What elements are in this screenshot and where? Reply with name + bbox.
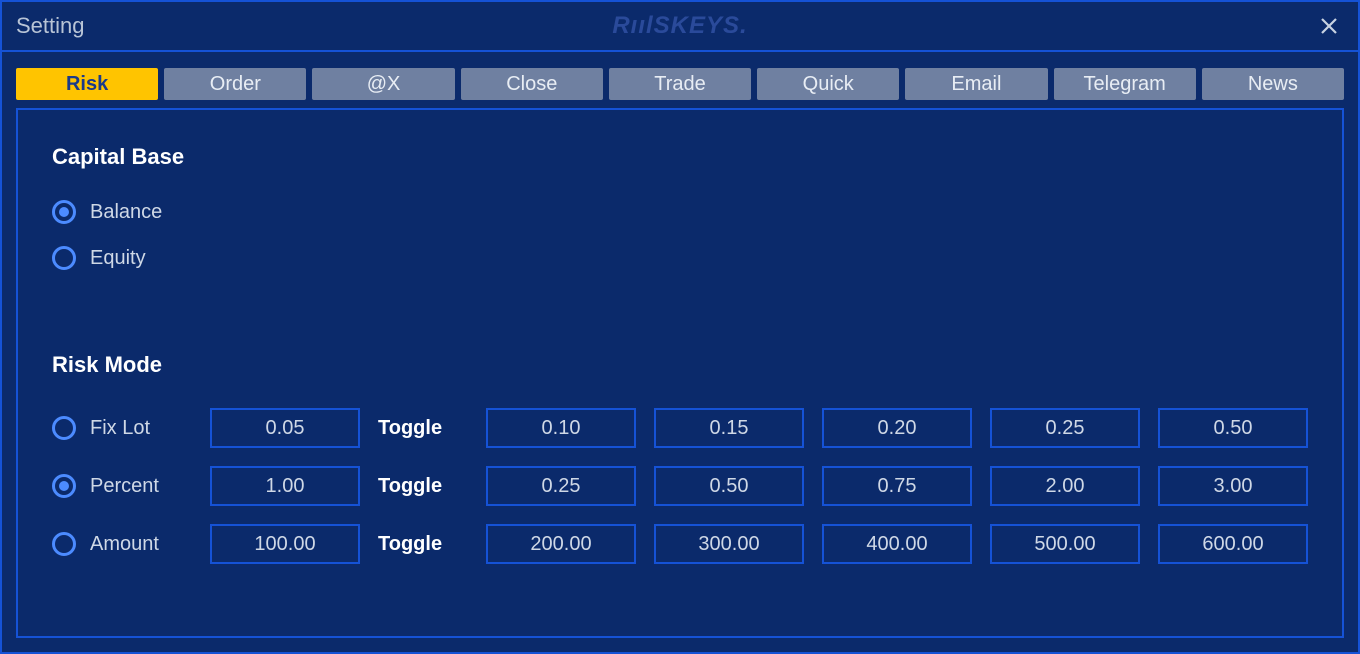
risk-mode-amount-row: Amount Toggle 200.00 300.00 400.00 500.0… <box>52 524 1308 564</box>
window-title: Setting <box>16 13 85 39</box>
fixlot-preset-4[interactable]: 0.25 <box>990 408 1140 448</box>
tab-risk[interactable]: Risk <box>16 68 158 100</box>
fixlot-preset-2[interactable]: 0.15 <box>654 408 804 448</box>
capital-base-balance-radio[interactable] <box>52 200 76 224</box>
amount-preset-4[interactable]: 500.00 <box>990 524 1140 564</box>
tab-telegram[interactable]: Telegram <box>1054 68 1196 100</box>
risk-mode-heading: Risk Mode <box>52 352 1308 378</box>
percent-preset-5[interactable]: 3.00 <box>1158 466 1308 506</box>
risk-mode-amount-label: Amount <box>90 533 159 556</box>
tab-quick[interactable]: Quick <box>757 68 899 100</box>
risk-mode-fixlot-row: Fix Lot Toggle 0.10 0.15 0.20 0.25 0.50 <box>52 408 1308 448</box>
percent-preset-4[interactable]: 2.00 <box>990 466 1140 506</box>
amount-preset-5[interactable]: 600.00 <box>1158 524 1308 564</box>
tab-close[interactable]: Close <box>461 68 603 100</box>
close-button[interactable] <box>1314 11 1344 41</box>
settings-window: Setting RıılSKEYS. Risk Order @X Close T… <box>0 0 1360 654</box>
amount-preset-1[interactable]: 200.00 <box>486 524 636 564</box>
tab-bar: Risk Order @X Close Trade Quick Email Te… <box>2 52 1358 108</box>
risk-mode-percent-radio[interactable] <box>52 474 76 498</box>
brand-logo: RıılSKEYS. <box>612 12 747 40</box>
panel-wrapper: Capital Base Balance Equity Risk Mode Fi… <box>2 108 1358 652</box>
percent-preset-1[interactable]: 0.25 <box>486 466 636 506</box>
risk-mode-amount-input[interactable] <box>210 524 360 564</box>
risk-mode-percent-label: Percent <box>90 475 159 498</box>
amount-preset-3[interactable]: 400.00 <box>822 524 972 564</box>
percent-preset-2[interactable]: 0.50 <box>654 466 804 506</box>
risk-mode-percent-input[interactable] <box>210 466 360 506</box>
capital-base-equity-row: Equity <box>52 246 1308 270</box>
percent-preset-3[interactable]: 0.75 <box>822 466 972 506</box>
tab-email[interactable]: Email <box>905 68 1047 100</box>
title-bar: Setting RıılSKEYS. <box>2 2 1358 52</box>
capital-base-equity-radio[interactable] <box>52 246 76 270</box>
risk-mode-fixlot-input[interactable] <box>210 408 360 448</box>
risk-panel: Capital Base Balance Equity Risk Mode Fi… <box>16 108 1344 638</box>
risk-mode-amount-radio[interactable] <box>52 532 76 556</box>
risk-mode-amount-toggle-label: Toggle <box>378 533 468 556</box>
capital-base-heading: Capital Base <box>52 144 1308 170</box>
risk-mode-percent-row: Percent Toggle 0.25 0.50 0.75 2.00 3.00 <box>52 466 1308 506</box>
fixlot-preset-5[interactable]: 0.50 <box>1158 408 1308 448</box>
risk-mode-fixlot-toggle-label: Toggle <box>378 417 468 440</box>
amount-preset-2[interactable]: 300.00 <box>654 524 804 564</box>
tab-order[interactable]: Order <box>164 68 306 100</box>
tab-trade[interactable]: Trade <box>609 68 751 100</box>
capital-base-equity-label: Equity <box>90 247 146 270</box>
risk-mode-fixlot-label: Fix Lot <box>90 417 150 440</box>
capital-base-balance-row: Balance <box>52 200 1308 224</box>
tab-news[interactable]: News <box>1202 68 1344 100</box>
fixlot-preset-3[interactable]: 0.20 <box>822 408 972 448</box>
fixlot-preset-1[interactable]: 0.10 <box>486 408 636 448</box>
close-icon <box>1320 17 1338 35</box>
risk-mode-fixlot-radio[interactable] <box>52 416 76 440</box>
risk-mode-percent-toggle-label: Toggle <box>378 475 468 498</box>
capital-base-balance-label: Balance <box>90 201 162 224</box>
tab-atx[interactable]: @X <box>312 68 454 100</box>
